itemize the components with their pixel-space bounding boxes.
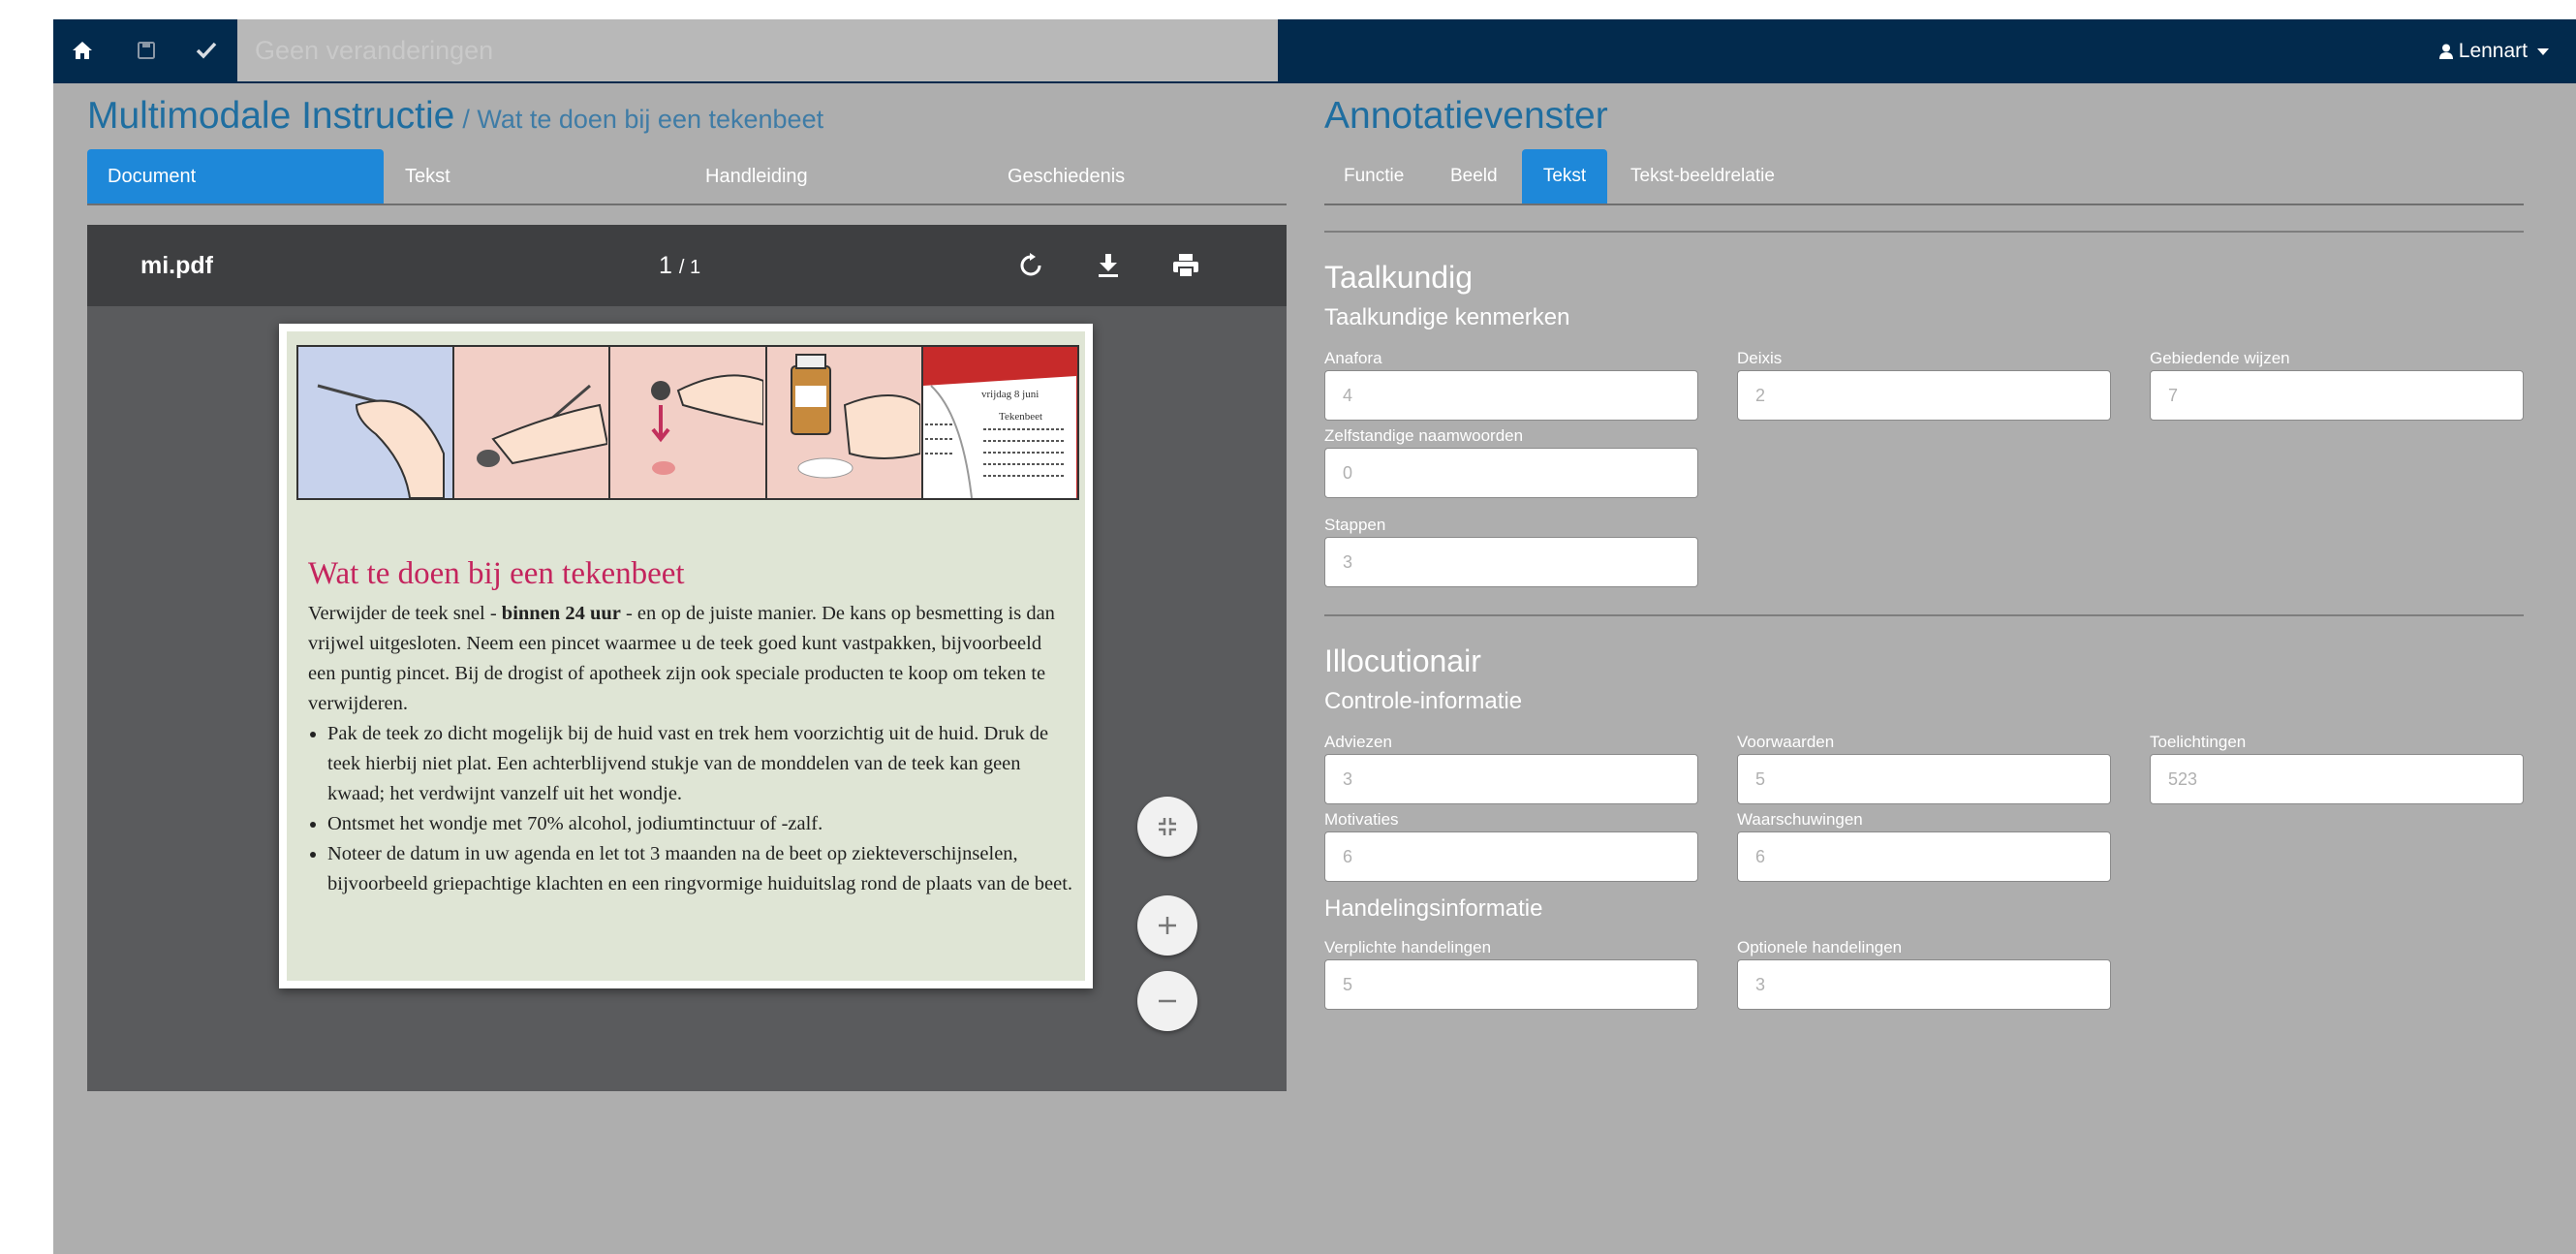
waarschuwingen-input[interactable]: 6	[1737, 831, 2111, 882]
download-icon[interactable]	[1091, 248, 1126, 283]
doc-bullet: Noteer de datum in uw agenda en let tot …	[327, 839, 1073, 899]
annotation-tabs: Functie Beeld Tekst Tekst-beeldrelatie	[1324, 149, 2524, 205]
user-icon	[2438, 44, 2453, 59]
doc-bullet: Ontsmet het wondje met 70% alcohol, jodi…	[327, 809, 1073, 839]
fit-page-button[interactable]	[1137, 797, 1197, 857]
page-total: 1	[689, 257, 701, 278]
section-illocutionair: Illocutionair	[1324, 643, 1481, 678]
divider	[1324, 614, 2524, 616]
field-label-anafora: Anafora	[1324, 349, 1382, 367]
field-label-voorwaarden: Voorwaarden	[1737, 733, 1835, 751]
zoom-in-button[interactable]	[1137, 895, 1197, 956]
illustration-panel: vrijdag 8 juni Tekenbeet	[922, 347, 1078, 498]
pdf-page: vrijdag 8 juni Tekenbeet Wat te doen bij…	[279, 324, 1093, 988]
field-label-verplichte-handelingen: Verplichte handelingen	[1324, 938, 1492, 956]
page-title-sub: / Wat te doen bij een tekenbeet	[462, 105, 824, 134]
zoom-in-icon	[1159, 917, 1176, 934]
doc-intro-a: Verwijder de teek snel -	[308, 603, 502, 624]
illustration-strip: vrijdag 8 juni Tekenbeet	[296, 345, 1079, 500]
tab-beeld[interactable]: Beeld	[1450, 149, 1498, 204]
app-window: Geen veranderingen Lennart Multimodale I…	[53, 19, 2576, 1254]
illustration-panel	[610, 347, 767, 498]
page-current: 1	[659, 252, 672, 279]
book-text-2: Tekenbeet	[999, 411, 1042, 423]
print-icon[interactable]	[1168, 248, 1203, 283]
zoom-out-button[interactable]	[1137, 971, 1197, 1031]
tab-tekst-beeldrelatie[interactable]: Tekst-beeldrelatie	[1630, 149, 1775, 204]
tab-geschiedenis[interactable]: Geschiedenis	[1008, 149, 1125, 204]
chevron-down-icon	[2537, 47, 2549, 55]
verplichte-handelingen-input[interactable]: 5	[1324, 959, 1698, 1010]
doc-intro: Verwijder de teek snel - binnen 24 uur -…	[308, 599, 1073, 719]
toelichtingen-input[interactable]: 523	[2150, 754, 2524, 804]
illustration-panel	[454, 347, 611, 498]
tab-tekst[interactable]: Tekst	[405, 149, 450, 204]
doc-bullets: Pak de teek zo dicht mogelijk bij de hui…	[308, 719, 1073, 899]
book-text: vrijdag 8 juni	[981, 389, 1039, 400]
save-icon[interactable]	[129, 33, 164, 68]
check-icon[interactable]	[189, 33, 224, 68]
zoom-out-icon	[1159, 999, 1176, 1003]
section-taalkundig: Taalkundig	[1324, 260, 1473, 295]
page-indicator: 1 / 1	[659, 252, 701, 279]
field-label-adviezen: Adviezen	[1324, 733, 1392, 751]
subsection-handelingsinformatie: Handelingsinformatie	[1324, 895, 1543, 922]
deixis-input[interactable]: 2	[1737, 370, 2111, 421]
doc-bullet: Pak de teek zo dicht mogelijk bij de hui…	[327, 719, 1073, 809]
pdf-viewer: mi.pdf 1 / 1 vrijdag 8 juni Tekenbeet Wa…	[87, 225, 1287, 1091]
tab-handleiding[interactable]: Handleiding	[705, 149, 808, 204]
navbar: Geen veranderingen Lennart	[53, 19, 2576, 83]
pdf-page-content: vrijdag 8 juni Tekenbeet Wat te doen bij…	[287, 331, 1085, 981]
zelfstandige-naamwoorden-input[interactable]: 0	[1324, 448, 1698, 498]
field-label-deixis: Deixis	[1737, 349, 1783, 367]
adviezen-input[interactable]: 3	[1324, 754, 1698, 804]
rotate-icon[interactable]	[1013, 248, 1048, 283]
home-icon[interactable]	[65, 33, 100, 68]
tab-functie[interactable]: Functie	[1344, 149, 1404, 204]
file-name: mi.pdf	[140, 252, 213, 279]
fit-page-icon	[1159, 818, 1176, 835]
divider	[1324, 231, 2524, 233]
field-label-motivaties: Motivaties	[1324, 810, 1399, 829]
tab-document[interactable]: Document	[87, 149, 384, 204]
tab-tekst-annotatie[interactable]: Tekst	[1522, 149, 1607, 204]
annotation-title: Annotatievenster	[1324, 95, 1608, 137]
field-label-waarschuwingen: Waarschuwingen	[1737, 810, 1863, 829]
field-label-zelfstandige-naamwoorden: Zelfstandige naamwoorden	[1324, 426, 1524, 445]
field-label-stappen: Stappen	[1324, 516, 1386, 534]
anafora-input[interactable]: 4	[1324, 370, 1698, 421]
voorwaarden-input[interactable]: 5	[1737, 754, 2111, 804]
doc-body: Verwijder de teek snel - binnen 24 uur -…	[308, 599, 1073, 899]
doc-title: Wat te doen bij een tekenbeet	[308, 556, 685, 591]
field-label-toelichtingen: Toelichtingen	[2150, 733, 2247, 751]
field-label-gebiedende-wijzen: Gebiedende wijzen	[2150, 349, 2290, 367]
illustration-panel	[298, 347, 455, 498]
page-title-main: Multimodale Instructie	[87, 95, 455, 137]
subsection-taalkundige-kenmerken: Taalkundige kenmerken	[1324, 304, 1570, 330]
motivaties-input[interactable]: 6	[1324, 831, 1698, 882]
subsection-controle-informatie: Controle-informatie	[1324, 688, 1523, 714]
page-title: Multimodale Instructie / Wat te doen bij …	[87, 95, 823, 138]
left-tabs: Document Tekst Handleiding Geschiedenis	[87, 149, 1287, 205]
user-name: Lennart	[2458, 40, 2528, 62]
doc-intro-bold: binnen 24 uur	[501, 603, 621, 624]
user-menu[interactable]: Lennart	[2438, 19, 2549, 83]
field-label-optionele-handelingen: Optionele handelingen	[1737, 938, 1903, 956]
gebiedende-wijzen-input[interactable]: 7	[2150, 370, 2524, 421]
status-message: Geen veranderingen	[237, 19, 1278, 81]
optionele-handelingen-input[interactable]: 3	[1737, 959, 2111, 1010]
viewer-toolbar: mi.pdf 1 / 1	[87, 225, 1287, 306]
stappen-input[interactable]: 3	[1324, 537, 1698, 587]
illustration-panel	[766, 347, 923, 498]
